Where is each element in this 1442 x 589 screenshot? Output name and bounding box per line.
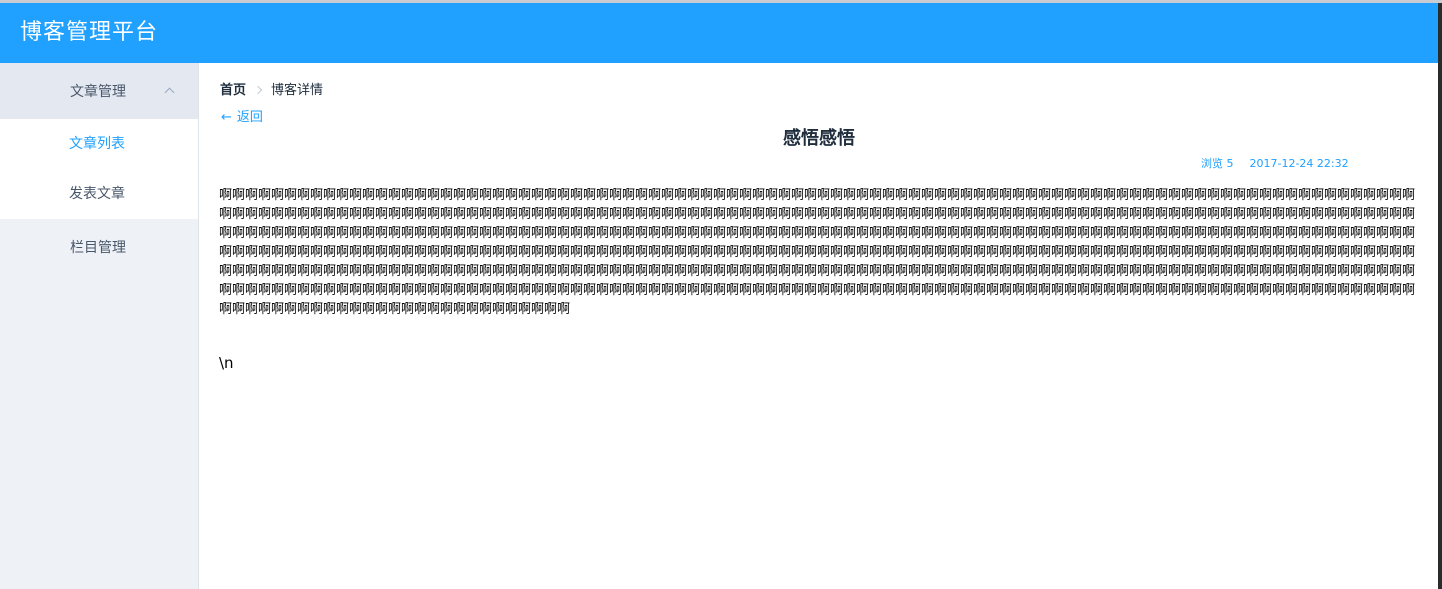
publish-date: 2017-12-24 22:32 xyxy=(1249,157,1349,170)
article-body: 啊啊啊啊啊啊啊啊啊啊啊啊啊啊啊啊啊啊啊啊啊啊啊啊啊啊啊啊啊啊啊啊啊啊啊啊啊啊啊啊… xyxy=(219,188,1416,317)
sidebar-item-publish-article[interactable]: 发表文章 xyxy=(0,169,198,219)
sidebar-item-label: 文章列表 xyxy=(69,136,125,152)
breadcrumb: 首页 博客详情 xyxy=(220,82,323,100)
sidebar-group-article-management[interactable]: 文章管理 xyxy=(0,63,198,119)
window-right-border xyxy=(1438,63,1442,589)
sidebar-item-label: 栏目管理 xyxy=(70,240,126,256)
sidebar-item-label: 发表文章 xyxy=(69,186,125,202)
app-title: 博客管理平台 xyxy=(20,20,159,45)
back-button[interactable]: ← 返回 xyxy=(221,110,263,126)
article-body-extra: \n xyxy=(219,354,234,372)
chevron-right-icon xyxy=(253,85,263,95)
breadcrumb-current: 博客详情 xyxy=(271,83,324,98)
app-header: 博客管理平台 xyxy=(0,3,1442,63)
sidebar-submenu: 文章列表 发表文章 xyxy=(0,119,198,219)
chevron-up-icon xyxy=(164,87,175,98)
arrow-left-icon: ← xyxy=(221,110,232,125)
sidebar: 文章管理 文章列表 发表文章 栏目管理 xyxy=(0,63,199,589)
article-title: 感悟感悟 xyxy=(783,128,855,149)
sidebar-item-article-list[interactable]: 文章列表 xyxy=(0,119,198,169)
back-label: 返回 xyxy=(236,110,263,125)
sidebar-group-label: 文章管理 xyxy=(70,84,126,100)
breadcrumb-home-link[interactable]: 首页 xyxy=(220,83,246,98)
view-count: 浏览 5 xyxy=(1201,157,1234,170)
article-meta: 浏览 5 2017-12-24 22:32 xyxy=(1201,157,1349,171)
sidebar-item-column-management[interactable]: 栏目管理 xyxy=(0,223,198,273)
